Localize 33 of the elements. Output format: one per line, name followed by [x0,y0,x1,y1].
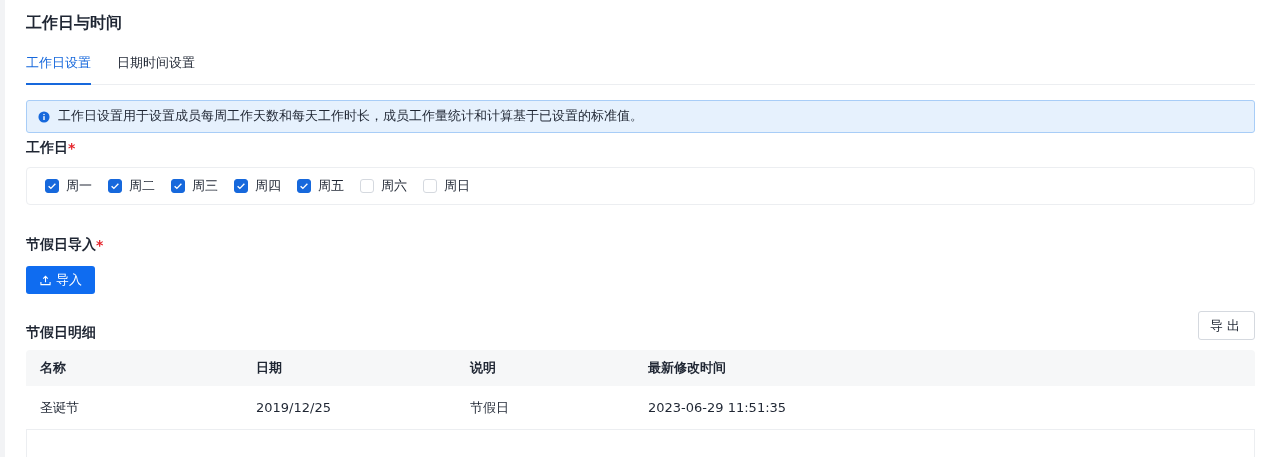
field-label: 节假日导入 [26,236,96,254]
checkbox[interactable] [108,179,122,193]
checkbox[interactable] [171,179,185,193]
checkbox-label: 周四 [255,177,281,195]
checkbox-label: 周二 [129,177,155,195]
info-icon [38,110,50,123]
tab[interactable]: 工作日设置 [26,54,91,85]
column-header: 说明 [468,359,497,377]
table-cell-text: 圣诞节 [39,398,80,417]
column-header: 最新修改时间 [647,359,727,377]
checkbox[interactable] [45,179,59,193]
table-cell-text: 2023-06-29 11:51:35 [647,400,788,415]
column-header: 日期 [255,359,283,377]
required-asterisk: * [96,237,104,253]
tab[interactable]: 日期时间设置 [117,54,195,85]
section-title: 节假日明细 [26,324,96,342]
checkbox[interactable] [297,179,311,193]
checkbox-label: 周六 [381,177,407,195]
checkbox-label: 周一 [66,177,92,195]
checkbox[interactable] [234,179,248,193]
field-label: 工作日 [26,139,68,157]
export-button[interactable]: 导出 [1198,311,1255,340]
info-text: 工作日设置用于设置成员每周工作天数和每天工作时长，成员工作量统计和计算基于已设置的标准值。 [58,108,643,125]
checkbox-label: 周三 [192,177,218,195]
checkbox-label: 周日 [444,177,470,195]
upload-icon [39,274,51,286]
table-cell-text: 2019/12/25 [255,400,332,415]
table-cell-text: 节假日 [469,398,510,417]
required-asterisk: * [68,140,76,156]
column-header: 名称 [39,359,67,377]
import-button[interactable]: 导入 [26,266,95,294]
page-title: 工作日与时间 [26,12,123,34]
checkbox-label: 周五 [318,177,344,195]
